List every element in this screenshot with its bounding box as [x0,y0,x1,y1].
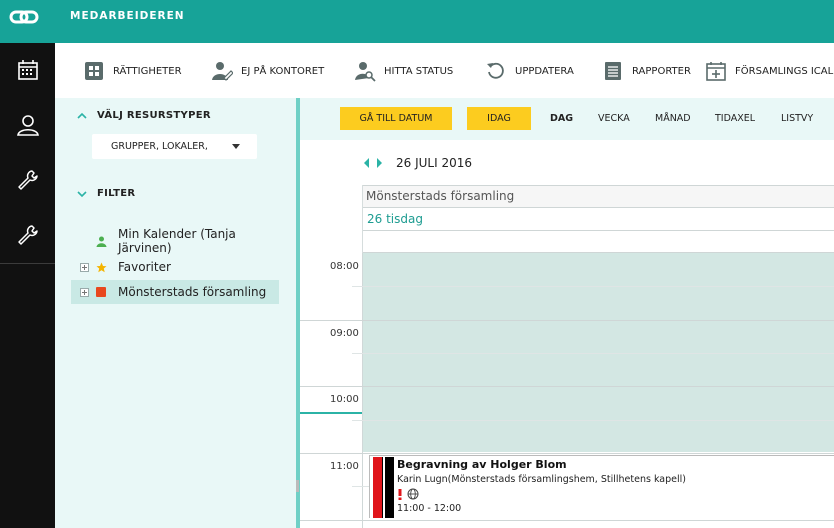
app-window: MEDARBEIDEREN RÄTTIGHETER EJ PÅ KONTORET… [0,0,834,528]
toolbar: RÄTTIGHETER EJ PÅ KONTORET HITTA STATUS … [55,43,834,98]
globe-icon [407,488,419,500]
resource-types-select[interactable]: GRUPPER, LOKALER, [92,134,257,159]
date-nav-arrows [364,158,382,168]
hour-line [300,386,834,387]
rail-settings-button[interactable] [0,208,55,262]
left-rail [0,43,55,528]
current-date: 26 JULI 2016 [396,156,472,170]
filter-header[interactable]: FILTER [77,188,135,199]
refresh-button[interactable]: UPPDATERA [485,58,574,84]
tab-month[interactable]: MÅNAD [655,113,691,124]
person-search-icon [354,60,376,82]
tab-timeline[interactable]: TIDAXEL [715,113,755,124]
next-arrow-icon [377,158,382,168]
calendar-item-parish[interactable]: Mönsterstads församling [71,280,279,304]
day-name[interactable]: 26 tisdag [363,208,834,231]
expand-plus-icon[interactable] [80,287,89,297]
event-subtitle: Karin Lugn(Mönsterstads församlingshem, … [397,474,686,485]
resource-types-header[interactable]: VÄLJ RESURSTYPER [77,110,211,121]
permissions-label: RÄTTIGHETER [113,65,182,77]
resource-types-label: VÄLJ RESURSTYPER [97,110,211,121]
find-status-button[interactable]: HITTA STATUS [354,58,453,84]
calendar-header: GÅ TILL DATUM IDAG DAG VECKA MÅNAD TIDAX… [300,98,834,140]
tab-week[interactable]: VECKA [598,113,630,124]
splitter-handle[interactable] [296,480,299,492]
hour-line [300,320,834,321]
hour-line [300,453,834,454]
person-edit-icon [211,60,233,82]
find-status-label: HITTA STATUS [384,65,454,77]
event-icons [397,488,419,500]
person-icon [16,115,39,136]
half-hour-line [352,353,834,354]
expand-plus-icon[interactable] [80,262,89,272]
hour-line [300,520,834,521]
event-title: Begravning av Holger Blom [397,458,567,471]
calendar-icon [17,60,38,80]
resource-types-value: GRUPPER, LOKALER, [111,141,208,152]
rail-calendar-button[interactable] [0,43,55,97]
half-hour-line [352,420,834,421]
go-to-date-button[interactable]: GÅ TILL DATUM [340,107,452,130]
all-day-row[interactable] [363,231,834,253]
filter-label: FILTER [97,188,136,199]
calendar-add-icon [705,60,727,82]
tab-list[interactable]: LISTVY [781,113,813,124]
refresh-icon [485,60,507,82]
report-icon [602,60,624,82]
hour-label: 09:00 [330,328,359,339]
calendar-item-label: Favoriter [118,260,171,274]
half-hour-line [352,286,834,287]
parish-ical-button[interactable]: FÖRSAMLINGS ICAL [705,58,833,84]
star-icon [95,261,107,273]
prev-arrow-icon [364,158,369,168]
calendar-item-my-calendar[interactable]: Min Kalender (Tanja Järvinen) [71,227,279,255]
app-name: MEDARBEIDEREN [70,10,185,22]
event-time: 11:00 - 12:00 [397,503,462,514]
calendar-event[interactable]: Begravning av Holger Blom Karin Lugn(Mön… [369,455,834,518]
calendar-item-label: Mönsterstads församling [118,285,267,299]
chevron-down-icon [77,190,87,197]
caret-down-icon [232,144,240,149]
calendar-item-label: Min Kalender (Tanja Järvinen) [118,227,236,255]
out-of-office-label: EJ PÅ KONTORET [241,65,325,77]
hour-label: 11:00 [330,461,359,472]
reports-label: RAPPORTER [632,65,691,77]
rail-divider [0,263,55,264]
rail-tools-button[interactable] [0,153,55,207]
today-button[interactable]: IDAG [467,107,531,130]
event-status-bar [385,457,394,518]
refresh-label: UPPDATERA [515,65,574,77]
person-icon [95,235,107,247]
date-bar: 26 JULI 2016 [300,140,834,185]
current-time-indicator [300,412,362,414]
column-header: Mönsterstads församling 26 tisdag [362,185,834,253]
wrench-icon [17,170,38,190]
square-icon [95,286,107,298]
exclamation-icon [398,488,402,500]
resource-name: Mönsterstads församling [363,185,834,208]
grid-icon [83,60,105,82]
chain-link-logo-icon[interactable] [9,7,39,27]
out-of-office-button[interactable]: EJ PÅ KONTORET [211,58,324,84]
rail-person-button[interactable] [0,98,55,152]
wrench-icon [17,225,38,245]
calendar-item-favorites[interactable]: Favoriter [71,255,279,279]
reports-button[interactable]: RAPPORTER [602,58,691,84]
hour-label: 08:00 [330,261,359,272]
chevron-up-icon [77,112,87,119]
parish-ical-label: FÖRSAMLINGS ICAL [735,65,834,77]
top-bar: MEDARBEIDEREN [0,0,834,43]
permissions-button[interactable]: RÄTTIGHETER [83,58,182,84]
sidebar: VÄLJ RESURSTYPER GRUPPER, LOKALER, FILTE… [55,98,296,528]
hour-label: 10:00 [330,394,359,405]
event-category-bar [373,457,383,518]
tab-day[interactable]: DAG [550,113,573,124]
